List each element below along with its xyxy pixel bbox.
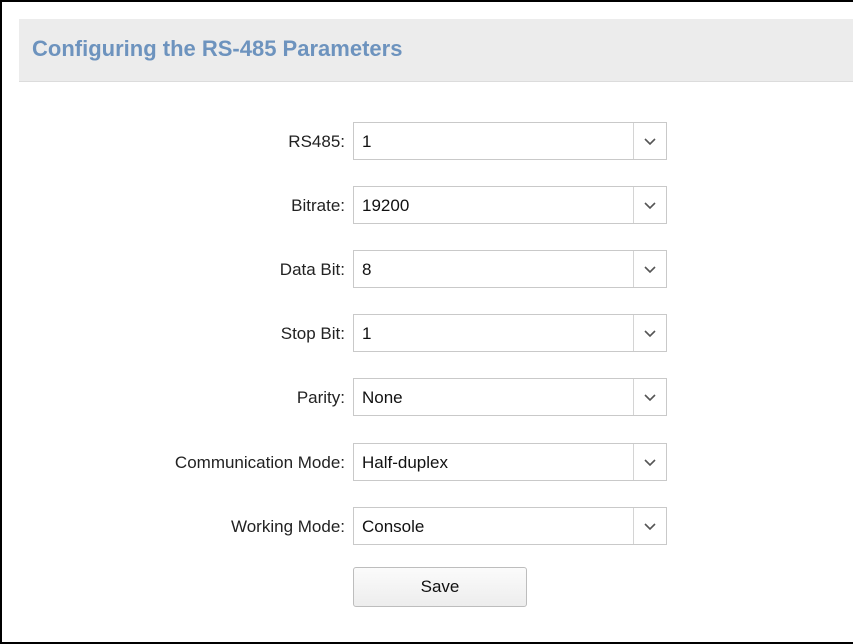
chevron-down-icon[interactable] — [643, 393, 657, 403]
rs485-label: RS485: — [288, 132, 345, 151]
chevron-down-icon[interactable] — [643, 137, 657, 147]
rs485-select[interactable]: 1 — [353, 122, 667, 160]
rs485-row: RS485: 1 — [2, 122, 853, 162]
select-divider — [633, 508, 634, 544]
communication-mode-select[interactable]: Half-duplex — [353, 443, 667, 481]
stop-bit-value: 1 — [362, 324, 372, 343]
stop-bit-row: Stop Bit: 1 — [2, 314, 853, 354]
stop-bit-select[interactable]: 1 — [353, 314, 667, 352]
chevron-down-icon[interactable] — [643, 265, 657, 275]
data-bit-select[interactable]: 8 — [353, 250, 667, 288]
save-button[interactable]: Save — [353, 567, 527, 607]
working-mode-value: Console — [362, 517, 425, 536]
chevron-down-icon[interactable] — [643, 522, 657, 532]
chevron-down-icon[interactable] — [643, 329, 657, 339]
communication-mode-row: Communication Mode: Half-duplex — [2, 443, 853, 483]
select-divider — [633, 444, 634, 480]
parity-row: Parity: None — [2, 378, 853, 418]
working-mode-row: Working Mode: Console — [2, 507, 853, 547]
select-divider — [633, 123, 634, 159]
stop-bit-label: Stop Bit: — [280, 324, 345, 343]
working-mode-select[interactable]: Console — [353, 507, 667, 545]
bitrate-value: 19200 — [362, 196, 410, 215]
select-divider — [633, 251, 634, 287]
section-header: Configuring the RS-485 Parameters — [19, 19, 853, 82]
window-frame: Configuring the RS-485 Parameters RS485:… — [0, 0, 853, 644]
communication-mode-value: Half-duplex — [362, 453, 448, 472]
parity-value: None — [362, 388, 403, 407]
data-bit-label: Data Bit: — [279, 260, 345, 279]
bitrate-select[interactable]: 19200 — [353, 186, 667, 224]
select-divider — [633, 379, 634, 415]
parity-select[interactable]: None — [353, 378, 667, 416]
working-mode-label: Working Mode: — [230, 517, 345, 536]
rs485-value: 1 — [362, 132, 372, 151]
chevron-down-icon[interactable] — [643, 201, 657, 211]
parity-label: Parity: — [296, 388, 345, 407]
chevron-down-icon[interactable] — [643, 458, 657, 468]
page-title: Configuring the RS-485 Parameters — [32, 36, 403, 61]
bitrate-label: Bitrate: — [291, 196, 345, 215]
communication-mode-label: Communication Mode: — [174, 453, 345, 472]
select-divider — [633, 187, 634, 223]
data-bit-row: Data Bit: 8 — [2, 250, 853, 290]
bitrate-row: Bitrate: 19200 — [2, 186, 853, 226]
select-divider — [633, 315, 634, 351]
data-bit-value: 8 — [362, 260, 372, 279]
